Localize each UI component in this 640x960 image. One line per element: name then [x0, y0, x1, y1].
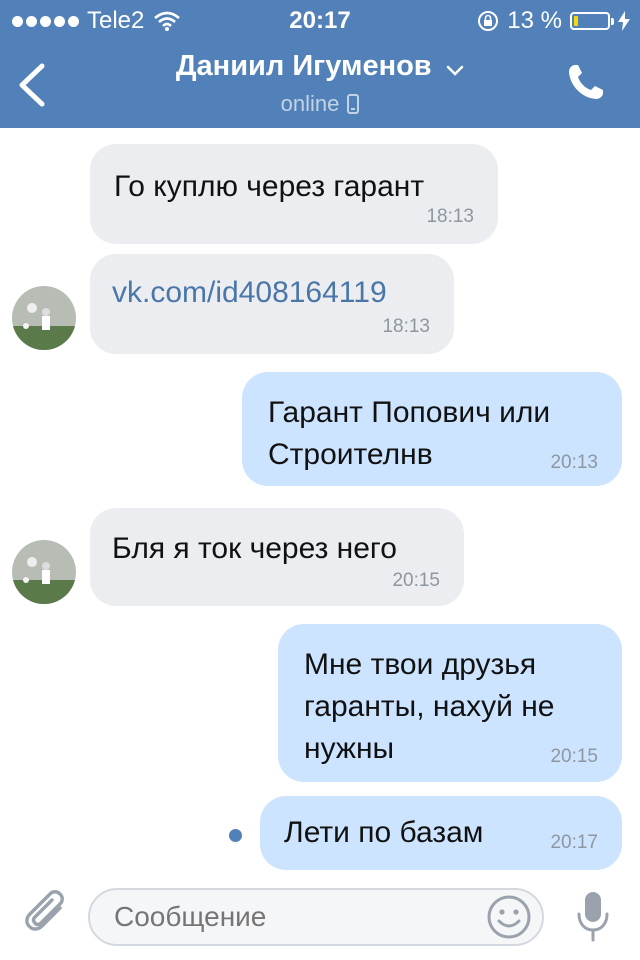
chat-header: Tele2 20:17 13 % Даниил Игуменов online	[0, 0, 640, 128]
contact-title[interactable]: Даниил Игуменов online	[100, 50, 540, 117]
message-bubble-outgoing[interactable]: Гарант Попович или Строителнв 20:13	[242, 372, 622, 486]
unread-indicator	[229, 829, 242, 842]
message-time: 20:13	[550, 452, 598, 473]
paperclip-icon[interactable]	[24, 888, 70, 940]
message-text-line: Мне твои друзья	[304, 648, 537, 681]
message-text-line: нужны	[304, 732, 395, 765]
message-bubble-incoming[interactable]: vk.com/id408164119 18:13	[90, 254, 454, 354]
message-text-line: гаранты, нахуй не	[304, 690, 555, 723]
status-bar: Tele2 20:17 13 %	[0, 0, 640, 40]
message-text-line: Гарант Попович или	[268, 396, 551, 429]
message-text: Бля я ток через него	[112, 532, 397, 565]
message-list[interactable]: Го куплю через гарант 18:13 vk.com/id408…	[0, 128, 640, 870]
message-time: 18:13	[382, 316, 430, 337]
message-composer	[0, 870, 640, 960]
message-bubble-incoming[interactable]: Бля я ток через него 20:15	[90, 508, 464, 606]
message-bubble-outgoing[interactable]: Мне твои друзья гаранты, нахуй не нужны …	[278, 624, 622, 782]
message-time: 20:17	[550, 832, 598, 853]
contact-status: online	[100, 91, 540, 117]
microphone-icon[interactable]	[576, 890, 610, 944]
back-arrow-icon[interactable]	[14, 62, 50, 108]
charging-bolt-icon	[618, 11, 630, 31]
message-input[interactable]	[88, 888, 544, 946]
phone-call-icon[interactable]	[566, 62, 606, 102]
message-text-line: Строителнв	[268, 438, 433, 471]
avatar[interactable]	[12, 286, 76, 350]
online-label: online	[280, 91, 340, 116]
mobile-icon	[347, 94, 360, 114]
message-link[interactable]: vk.com/id408164119	[112, 272, 387, 314]
avatar[interactable]	[12, 540, 76, 604]
message-time: 18:13	[426, 206, 474, 227]
contact-name: Даниил Игуменов	[175, 50, 432, 82]
rotation-lock-icon	[478, 11, 499, 31]
message-text: Лети по базам	[284, 816, 484, 849]
message-text: Го куплю через гарант	[114, 170, 425, 203]
message-bubble-outgoing[interactable]: Лети по базам 20:17	[260, 796, 622, 870]
status-right: 13 %	[477, 7, 630, 35]
battery-percent: 13 %	[507, 7, 562, 34]
battery-icon	[570, 12, 614, 30]
message-bubble-incoming[interactable]: Го куплю через гарант 18:13	[90, 144, 498, 244]
smile-icon[interactable]	[486, 894, 532, 940]
message-time: 20:15	[550, 746, 598, 767]
chevron-down-icon	[446, 65, 464, 76]
message-time: 20:15	[392, 570, 440, 591]
